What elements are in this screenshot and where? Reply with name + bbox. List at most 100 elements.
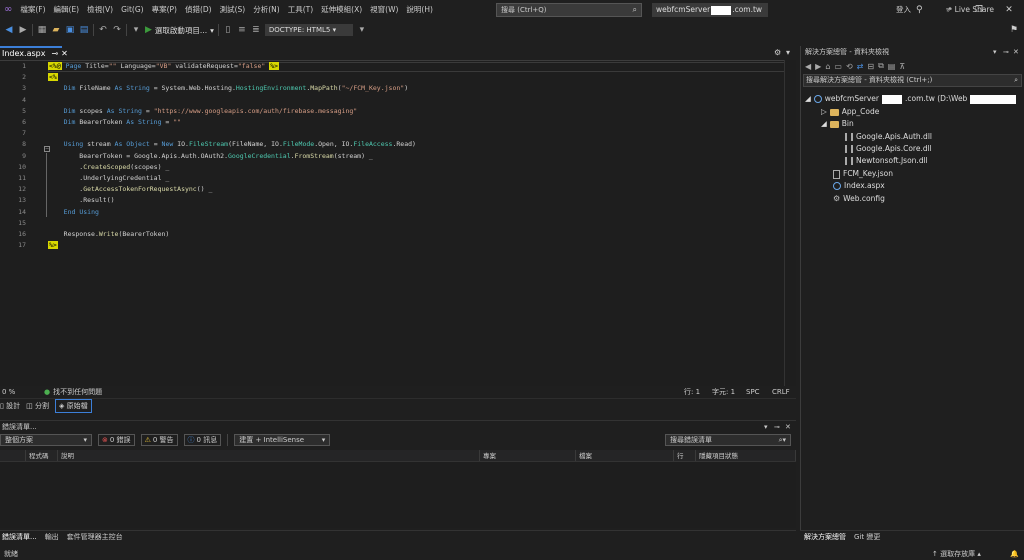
save-icon[interactable]: ▣: [65, 25, 75, 35]
code-line[interactable]: Dim scopes As String = "https://www.goog…: [48, 107, 358, 115]
switch-views-icon[interactable]: ▭: [834, 62, 842, 71]
preview-icon[interactable]: ⊼: [899, 62, 905, 71]
tab-split[interactable]: ◫ 分割: [26, 401, 49, 411]
whitespace-indicator[interactable]: SPC: [746, 388, 760, 396]
code-line[interactable]: <%@ Page Title="" Language="VB" validate…: [48, 62, 280, 70]
live-share-button[interactable]: ⇗ Live Share: [946, 0, 994, 20]
redo-icon[interactable]: ↷: [112, 25, 122, 35]
document-icon[interactable]: ▯: [223, 25, 233, 35]
menu-window[interactable]: 視窗(W): [366, 0, 402, 20]
tree-item-newtonsoft-json[interactable]: Newtonsoft.Json.dll: [845, 155, 928, 167]
col-description[interactable]: 說明: [58, 450, 480, 461]
code-line[interactable]: <%: [48, 73, 58, 82]
col-suppression[interactable]: 隱藏項目狀態: [696, 450, 796, 461]
comment-icon[interactable]: ≡: [237, 25, 247, 35]
pin-icon[interactable]: ⊸: [1003, 46, 1009, 58]
save-all-icon[interactable]: ▤: [79, 25, 89, 35]
tab-design[interactable]: ▯ 設計: [0, 401, 20, 411]
menu-edit[interactable]: 編輯(E): [50, 0, 84, 20]
doctype-select[interactable]: DOCTYPE: HTML5 ▾: [264, 24, 353, 36]
tab-output[interactable]: 輸出: [45, 531, 59, 542]
warnings-filter-button[interactable]: ⚠ 0 警告: [140, 434, 178, 446]
forward-icon[interactable]: ▶: [815, 62, 821, 71]
close-icon[interactable]: ✕: [61, 49, 68, 58]
start-button[interactable]: ▶ 選取啟動項目... ▾: [145, 25, 214, 36]
scope-select[interactable]: 整個方案 ▾: [0, 434, 92, 446]
pin-icon[interactable]: ⊸: [51, 49, 58, 58]
code-line[interactable]: .CreateScoped(scopes) _: [48, 163, 169, 171]
properties-icon[interactable]: ▤: [888, 62, 896, 71]
menu-file[interactable]: 檔案(F): [16, 0, 49, 20]
line-indicator[interactable]: 行: 1: [684, 387, 700, 397]
search-input[interactable]: 搜尋 (Ctrl+Q) ⌕: [496, 3, 642, 17]
back-icon[interactable]: ◀: [805, 62, 811, 71]
tab-list-icon[interactable]: ▾: [786, 48, 790, 57]
tree-root[interactable]: ◢ webfcmServer .com.tw (D:\Web: [805, 93, 1017, 105]
source-control-button[interactable]: ↑ 選取存放庫 ▴: [932, 548, 981, 560]
dropdown-icon[interactable]: ▾: [993, 46, 997, 58]
error-search-input[interactable]: 搜尋錯誤清單 ⌕▾: [665, 434, 791, 446]
close-icon[interactable]: ✕: [1013, 46, 1019, 58]
col-indicator[interactable]: 字元: 1: [712, 387, 735, 397]
build-filter-select[interactable]: 建置 + IntelliSense ▾: [234, 434, 331, 446]
menu-analyze[interactable]: 分析(N): [249, 0, 283, 20]
zoom-level[interactable]: 0 %: [0, 388, 36, 396]
col-project[interactable]: 專案: [480, 450, 576, 461]
col-code[interactable]: 程式碼: [26, 450, 58, 461]
code-line[interactable]: .Result(): [48, 196, 114, 204]
tab-solution-explorer[interactable]: 解決方案總管: [804, 531, 846, 542]
undo-icon[interactable]: ↶: [98, 25, 108, 35]
toolbar-overflow-icon[interactable]: ▾: [357, 25, 367, 35]
menu-git[interactable]: Git(G): [117, 0, 148, 20]
close-icon[interactable]: ✕: [994, 5, 1024, 15]
code-line[interactable]: Dim BearerToken As String = "": [48, 118, 181, 126]
tree-item-bin[interactable]: ◢ Bin: [821, 118, 854, 130]
code-line[interactable]: BearerToken = Google.Apis.Auth.OAuth2.Go…: [48, 152, 373, 160]
tab-index-aspx[interactable]: Index.aspx ⊸ ✕: [0, 46, 68, 60]
col-line[interactable]: 行: [674, 450, 696, 461]
tree-item-google-apis-auth[interactable]: Google.Apis.Auth.dll: [845, 131, 932, 143]
code-line[interactable]: Response.Write(BearerToken): [48, 230, 170, 238]
tab-package-manager[interactable]: 套件管理器主控台: [67, 531, 123, 542]
forward-icon[interactable]: ▶: [18, 25, 28, 35]
line-ending-indicator[interactable]: CRLF: [772, 388, 790, 396]
editor-scrollbar[interactable]: [784, 60, 796, 386]
sync-icon[interactable]: ⇄: [857, 62, 864, 71]
tab-source[interactable]: ◈ 原始檔: [54, 399, 92, 413]
uncomment-icon[interactable]: ≣: [251, 25, 261, 35]
feedback-icon[interactable]: ⚑: [1010, 20, 1018, 40]
errors-filter-button[interactable]: ⊗ 0 錯誤: [98, 434, 135, 446]
tree-item-web-config[interactable]: ⚙ Web.config: [833, 193, 885, 205]
menu-project[interactable]: 專案(P): [148, 0, 181, 20]
code-line[interactable]: End Using: [48, 208, 99, 216]
person-icon[interactable]: ⚲: [916, 0, 923, 20]
code-line[interactable]: %>: [48, 241, 58, 250]
menu-debug[interactable]: 偵錯(D): [181, 0, 216, 20]
new-project-icon[interactable]: ▦: [37, 25, 47, 35]
code-line[interactable]: Dim FileName As String = System.Web.Host…: [48, 84, 408, 92]
tree-item-fcm-key-json[interactable]: FCM_Key.json: [833, 168, 893, 180]
menu-tools[interactable]: 工具(T): [284, 0, 317, 20]
code-line[interactable]: Using stream As Object = New IO.FileStre…: [48, 140, 416, 148]
collapse-all-icon[interactable]: ⊟: [867, 62, 874, 71]
messages-filter-button[interactable]: ⓘ 0 訊息: [183, 434, 222, 446]
tab-error-list[interactable]: 錯誤清單...: [0, 531, 37, 542]
notification-icon[interactable]: 🔔: [1010, 548, 1019, 560]
code-line[interactable]: .UnderlyingCredential _: [48, 174, 169, 182]
tree-item-app-code[interactable]: ▷ App_Code: [821, 106, 879, 118]
open-folder-icon[interactable]: ▰: [51, 25, 61, 35]
tab-git-changes[interactable]: Git 變更: [854, 531, 880, 542]
back-icon[interactable]: ◀: [4, 25, 14, 35]
menu-help[interactable]: 說明(H): [402, 0, 437, 20]
config-dropdown-icon[interactable]: ▾: [131, 25, 141, 35]
menu-test[interactable]: 測試(S): [216, 0, 250, 20]
menu-view[interactable]: 檢視(V): [83, 0, 117, 20]
app-logo-icon[interactable]: ∞: [0, 0, 16, 20]
settings-gear-icon[interactable]: ⚙: [774, 48, 781, 57]
col-file[interactable]: 檔案: [576, 450, 674, 461]
tree-item-index-aspx[interactable]: Index.aspx: [833, 180, 885, 192]
solution-search-input[interactable]: 搜尋解決方案總管 - 資料夾檢視 (Ctrl+;) ⌕: [803, 74, 1022, 87]
show-all-files-icon[interactable]: ⧉: [878, 61, 884, 71]
home-icon[interactable]: ⌂: [825, 62, 830, 71]
menu-extensions[interactable]: 延伸模組(X): [317, 0, 366, 20]
